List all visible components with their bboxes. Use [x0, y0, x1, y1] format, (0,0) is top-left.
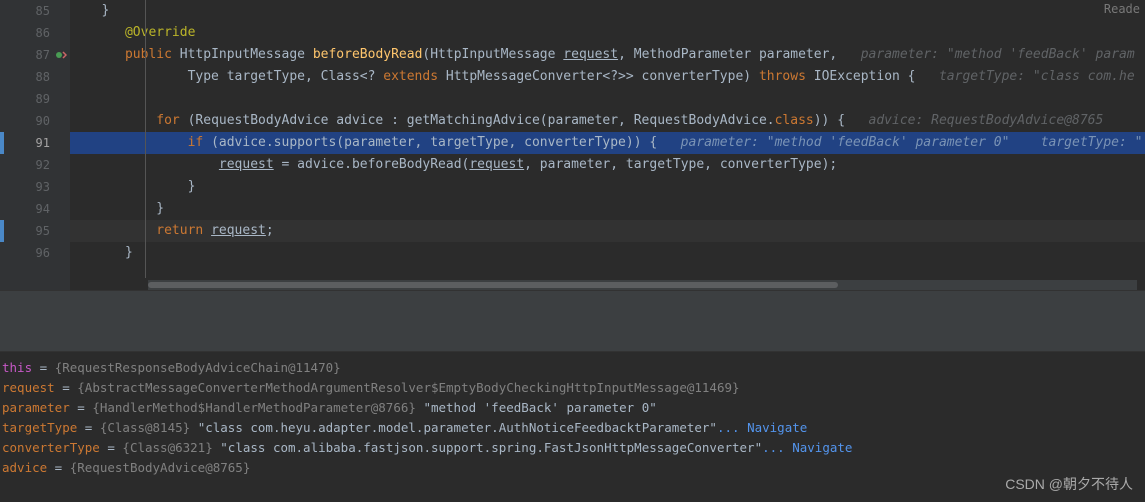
code-line[interactable]: } [70, 242, 1145, 264]
annotation: @Override [125, 25, 195, 40]
fold-guide [145, 0, 146, 278]
line-number[interactable]: 95 [0, 220, 70, 242]
code-area[interactable]: Reade } @Override public HttpInputMessag… [70, 0, 1145, 290]
code-line[interactable] [70, 88, 1145, 110]
inlay-hint: advice: RequestBodyAdvice@8765 [869, 113, 1104, 128]
line-number[interactable]: 94 [0, 198, 70, 220]
inlay-hint: targetType: "class com.he [939, 69, 1135, 84]
line-number[interactable]: 87 [0, 44, 70, 66]
debug-var-row[interactable]: request = {AbstractMessageConverterMetho… [0, 378, 1145, 398]
code-line[interactable]: } [70, 176, 1145, 198]
debug-var-row[interactable]: targetType = {Class@8145} "class com.hey… [0, 418, 1145, 438]
debug-var-row[interactable]: advice = {RequestBodyAdvice@8765} [0, 458, 1145, 478]
line-number[interactable]: 88 [0, 66, 70, 88]
inlay-hint: parameter: "method 'feedBack' parameter … [681, 135, 1041, 150]
code-line[interactable]: } [70, 0, 1145, 22]
horizontal-scrollbar[interactable] [148, 280, 1137, 290]
code-line[interactable]: } [70, 198, 1145, 220]
navigate-link[interactable]: ... Navigate [717, 420, 807, 435]
inlay-hint: parameter: "method 'feedBack' param [861, 47, 1135, 62]
reader-mode-label[interactable]: Reade [1104, 2, 1140, 16]
line-number[interactable]: 93 [0, 176, 70, 198]
debug-var-row[interactable]: this = {RequestResponseBodyAdviceChain@1… [0, 358, 1145, 378]
inlay-hint: targetType: " [1041, 135, 1143, 150]
code-line[interactable]: Type targetType, Class<? extends HttpMes… [70, 66, 1145, 88]
code-line[interactable]: request = advice.beforeBodyRead(request,… [70, 154, 1145, 176]
code-line[interactable]: return request; [70, 220, 1145, 242]
panel-divider[interactable] [0, 290, 1145, 352]
debug-var-row[interactable]: converterType = {Class@6321} "class com.… [0, 438, 1145, 458]
code-line-current[interactable]: if (advice.supports(parameter, targetTyp… [70, 132, 1145, 154]
line-number[interactable]: 89 [0, 88, 70, 110]
line-number[interactable]: 92 [0, 154, 70, 176]
code-line[interactable]: for (RequestBodyAdvice advice : getMatch… [70, 110, 1145, 132]
editor-pane: 85 86 87 88 89 90 91 92 93 94 95 96 Read… [0, 0, 1145, 290]
debug-variables-pane[interactable]: this = {RequestResponseBodyAdviceChain@1… [0, 352, 1145, 502]
line-number[interactable]: 91 [0, 132, 70, 154]
override-icon[interactable] [55, 49, 67, 61]
code-line[interactable]: public HttpInputMessage beforeBodyRead(H… [70, 44, 1145, 66]
line-number[interactable]: 85 [0, 0, 70, 22]
line-number[interactable]: 86 [0, 22, 70, 44]
debug-var-row[interactable]: parameter = {HandlerMethod$HandlerMethod… [0, 398, 1145, 418]
line-number[interactable]: 90 [0, 110, 70, 132]
scrollbar-thumb[interactable] [148, 282, 838, 288]
line-number[interactable]: 96 [0, 242, 70, 264]
gutter[interactable]: 85 86 87 88 89 90 91 92 93 94 95 96 [0, 0, 70, 290]
navigate-link[interactable]: ... Navigate [762, 440, 852, 455]
watermark-label: CSDN @朝夕不待人 [1005, 474, 1133, 494]
code-line[interactable]: @Override [70, 22, 1145, 44]
